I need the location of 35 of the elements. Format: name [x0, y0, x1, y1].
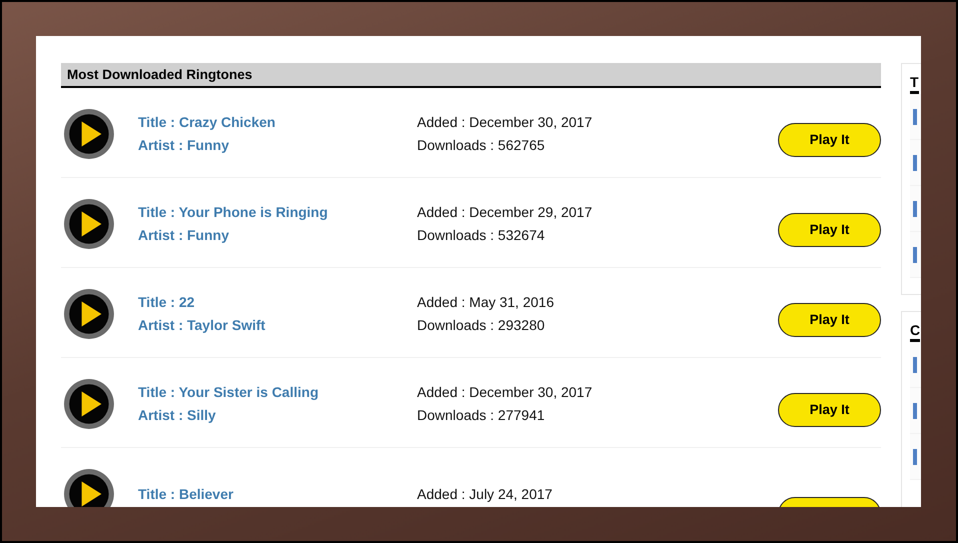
sidebar-link-marker[interactable]	[913, 402, 917, 418]
sidebar-link-marker[interactable]	[913, 200, 917, 216]
sidebar-link-marker[interactable]	[913, 154, 917, 170]
play-it-button[interactable]: Play It	[778, 212, 881, 246]
play-icon[interactable]	[63, 288, 115, 340]
play-it-button[interactable]: Play It	[778, 302, 881, 336]
download-count: Downloads : 562765	[417, 137, 545, 153]
ringtone-title[interactable]: Title : Believer	[138, 486, 234, 502]
download-count: Downloads : 277941	[417, 407, 545, 423]
added-date: Added : July 24, 2017	[417, 486, 552, 502]
download-count: Downloads : 532674	[417, 227, 545, 243]
ringtone-artist[interactable]: Artist : Funny	[138, 137, 229, 153]
ringtone-artist[interactable]: Artist : Funny	[138, 227, 229, 243]
play-icon[interactable]	[63, 468, 115, 507]
added-date: Added : May 31, 2016	[417, 294, 554, 310]
ringtone-artist[interactable]: Artist : Taylor Swift	[138, 317, 266, 333]
added-date: Added : December 29, 2017	[417, 204, 592, 220]
ringtone-title[interactable]: Title : Crazy Chicken	[138, 114, 276, 130]
download-count: Downloads : 293280	[417, 317, 545, 333]
section-heading: Most Downloaded Ringtones	[61, 63, 881, 88]
sidebar-link-marker[interactable]	[913, 448, 917, 464]
ringtone-artist[interactable]: Artist : Silly	[138, 407, 216, 423]
added-date: Added : December 30, 2017	[417, 384, 592, 400]
play-icon[interactable]	[63, 378, 115, 430]
ringtone-title[interactable]: Title : Your Phone is Ringing	[138, 204, 328, 220]
sidebar-link-marker[interactable]	[913, 246, 917, 262]
play-it-button[interactable]: Play It	[778, 392, 881, 426]
sidebar-link-marker[interactable]	[913, 108, 917, 124]
play-icon[interactable]	[63, 198, 115, 250]
added-date: Added : December 30, 2017	[417, 114, 592, 130]
play-it-button[interactable]: Play It	[778, 122, 881, 156]
sidebar-link-marker[interactable]	[913, 356, 917, 372]
play-icon[interactable]	[63, 108, 115, 160]
ringtone-title[interactable]: Title : Your Sister is Calling	[138, 384, 318, 400]
ringtone-title[interactable]: Title : 22	[138, 294, 195, 310]
